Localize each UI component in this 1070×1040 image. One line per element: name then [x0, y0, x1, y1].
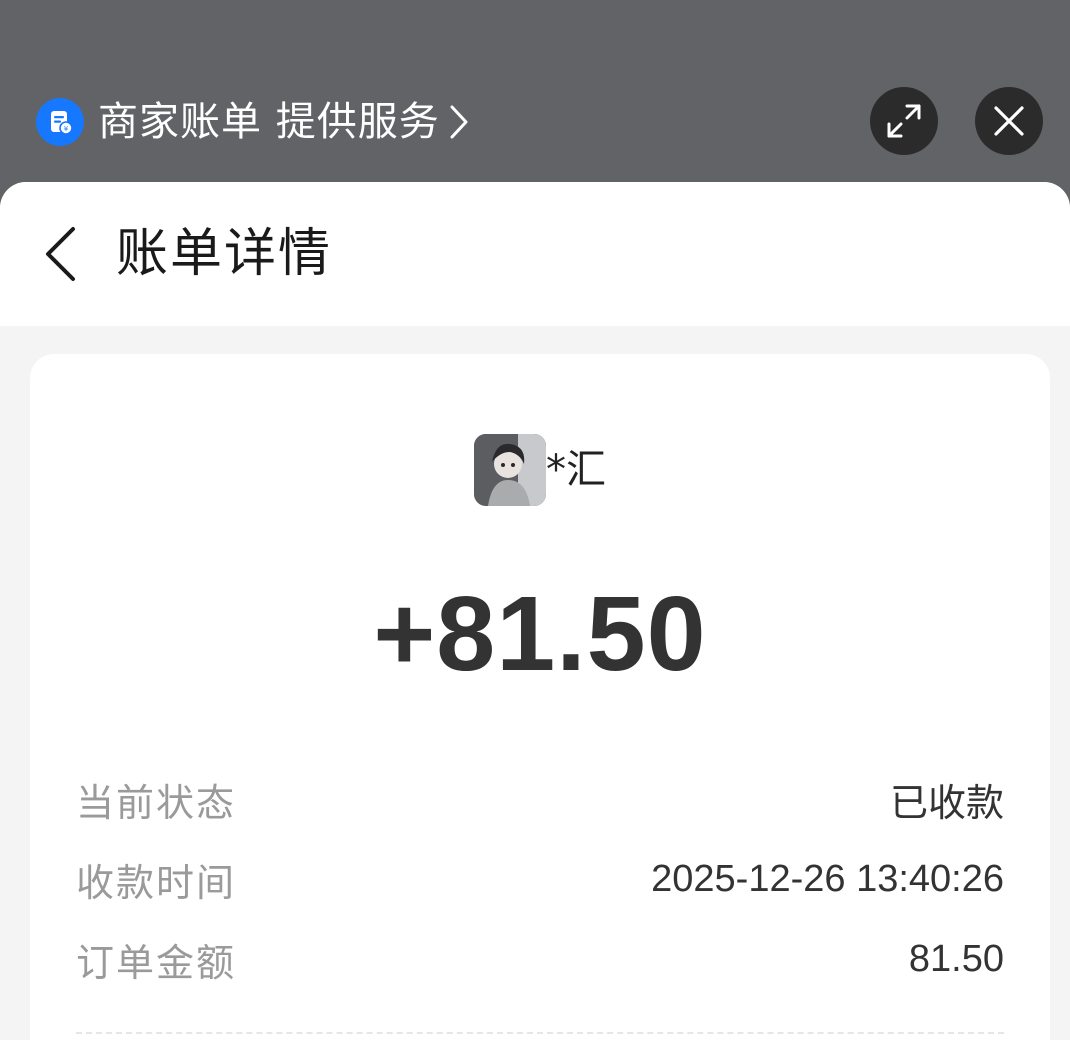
chevron-right-icon — [448, 104, 470, 140]
expand-icon — [887, 104, 921, 138]
close-icon — [994, 106, 1024, 136]
navigation-bar: 账单详情 — [0, 182, 1070, 326]
svg-text:¥: ¥ — [64, 125, 69, 133]
bill-detail-sheet: 账单详情 *汇 +81.50 当前状态 已收款 收款时间 2025-12-26 … — [0, 182, 1070, 1040]
status-label: 当前状态 — [76, 780, 237, 825]
back-button[interactable] — [30, 218, 90, 290]
payer-info: *汇 — [30, 434, 1050, 506]
order-amount-value: 81.50 — [908, 937, 1004, 980]
service-provider-link[interactable]: ¥ 商家账单 提供服务 — [36, 97, 470, 147]
bill-icon: ¥ — [36, 98, 84, 146]
time-label: 收款时间 — [76, 860, 237, 905]
detail-row-status: 当前状态 已收款 — [76, 759, 1004, 839]
close-button[interactable] — [975, 87, 1043, 155]
miniapp-header: ¥ 商家账单 提供服务 — [0, 0, 1070, 182]
bill-card: *汇 +81.50 当前状态 已收款 收款时间 2025-12-26 13:40… — [30, 354, 1050, 1040]
bill-details: 当前状态 已收款 收款时间 2025-12-26 13:40:26 订单金额 8… — [76, 759, 1004, 999]
detail-row-order-amount: 订单金额 81.50 — [76, 919, 1004, 999]
order-amount-label: 订单金额 — [76, 940, 237, 985]
detail-row-time: 收款时间 2025-12-26 13:40:26 — [76, 839, 1004, 919]
status-value: 已收款 — [889, 782, 1004, 825]
expand-button[interactable] — [870, 87, 938, 155]
time-value: 2025-12-26 13:40:26 — [651, 857, 1004, 900]
bill-amount: +81.50 — [373, 575, 707, 693]
provider-label: 商家账单 提供服务 — [98, 99, 440, 145]
dashed-divider — [76, 1032, 1004, 1034]
page-title: 账单详情 — [116, 224, 333, 284]
avatar[interactable] — [474, 434, 546, 506]
payer-name: *汇 — [546, 447, 606, 493]
chevron-left-icon — [46, 227, 75, 281]
